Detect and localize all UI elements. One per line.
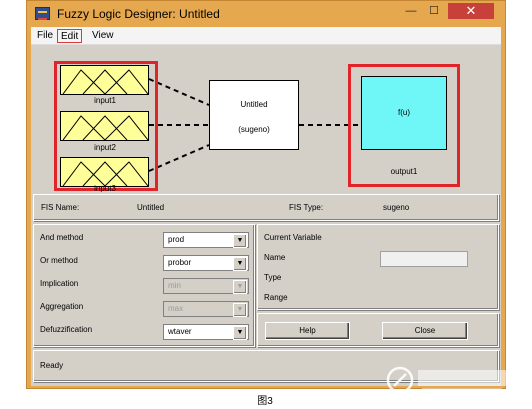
aggregation-select[interactable]: max ▼ (163, 301, 249, 317)
defuzzification-label: Defuzzification (40, 325, 93, 334)
aggregation-value: max (168, 304, 184, 313)
current-variable-heading: Current Variable (264, 233, 322, 242)
membership-function-icon (62, 69, 148, 94)
menu-bar: File Edit View (31, 27, 501, 45)
input1-label: input1 (94, 96, 116, 105)
implication-label: Implication (40, 279, 79, 288)
chevron-down-icon: ▼ (233, 280, 247, 294)
aggregation-label: Aggregation (40, 302, 84, 311)
figure-caption: 图3 (257, 396, 273, 407)
app-window: Fuzzy Logic Designer: Untitled — ☐ ✕ Fil… (26, 0, 506, 389)
status-text: Ready (40, 361, 64, 370)
fis-system-block[interactable] (209, 80, 299, 150)
variable-range-label: Range (264, 293, 288, 302)
input1-mf-block[interactable] (60, 65, 149, 95)
client-area: File Edit View input1 input2 input3 Unti… (31, 27, 501, 386)
or-method-select[interactable]: probor ▼ (163, 255, 249, 271)
chevron-down-icon: ▼ (233, 326, 247, 340)
defuzzification-select[interactable]: wtaver ▼ (163, 324, 249, 340)
output-function: f(u) (398, 108, 410, 117)
or-method-value: probor (168, 258, 192, 267)
action-buttons-panel: Help Close (257, 313, 499, 347)
or-method-label: Or method (40, 256, 78, 265)
maximize-button[interactable]: ☐ (424, 3, 444, 19)
fis-type-label: FIS Type: (289, 203, 324, 212)
close-window-button[interactable]: ✕ (448, 3, 494, 19)
variable-name-label: Name (264, 253, 286, 262)
chevron-down-icon: ▼ (233, 257, 247, 271)
output1-label: output1 (390, 167, 418, 176)
title-bar[interactable]: Fuzzy Logic Designer: Untitled — ☐ ✕ (27, 1, 505, 27)
fis-name-value: Untitled (137, 203, 165, 212)
menu-view[interactable]: View (89, 29, 117, 43)
chevron-down-icon: ▼ (233, 234, 247, 248)
watermark-graphic (386, 366, 508, 394)
fis-block-type: (sugeno) (238, 125, 270, 134)
watermark-logo (386, 360, 526, 400)
fis-block-name: Untitled (240, 100, 268, 109)
fis-info-panel: FIS Name: Untitled FIS Type: sugeno (33, 194, 499, 221)
membership-function-icon (62, 115, 148, 140)
variable-name-field[interactable] (380, 251, 468, 267)
help-button[interactable]: Help (265, 322, 350, 340)
close-button[interactable]: Close (382, 322, 468, 340)
defuzzification-value: wtaver (168, 327, 192, 336)
window-title: Fuzzy Logic Designer: Untitled (57, 7, 220, 21)
implication-value: min (168, 281, 181, 290)
input2-label: input2 (94, 143, 116, 152)
chevron-down-icon: ▼ (233, 303, 247, 317)
input3-label: input3 (94, 184, 116, 192)
and-method-label: And method (40, 233, 84, 242)
methods-panel: And method prod ▼ Or method probor ▼ Impli… (33, 224, 255, 347)
input3-mf-block[interactable] (60, 157, 149, 187)
minimize-button[interactable]: — (401, 3, 421, 19)
menu-file[interactable]: File (34, 29, 56, 43)
current-variable-panel: Current Variable Name Type Range (257, 224, 499, 310)
implication-select[interactable]: min ▼ (163, 278, 249, 294)
fis-type-value: sugeno (383, 203, 410, 212)
variable-type-label: Type (264, 273, 282, 282)
menu-edit[interactable]: Edit (57, 29, 83, 43)
membership-function-icon (62, 161, 148, 186)
fis-name-label: FIS Name: (41, 203, 80, 212)
and-method-value: prod (168, 235, 185, 244)
input2-mf-block[interactable] (60, 111, 149, 141)
fis-diagram: input1 input2 input3 Untitled (sugeno) f… (31, 45, 501, 192)
matlab-app-icon (35, 7, 50, 20)
and-method-select[interactable]: prod ▼ (163, 232, 249, 248)
